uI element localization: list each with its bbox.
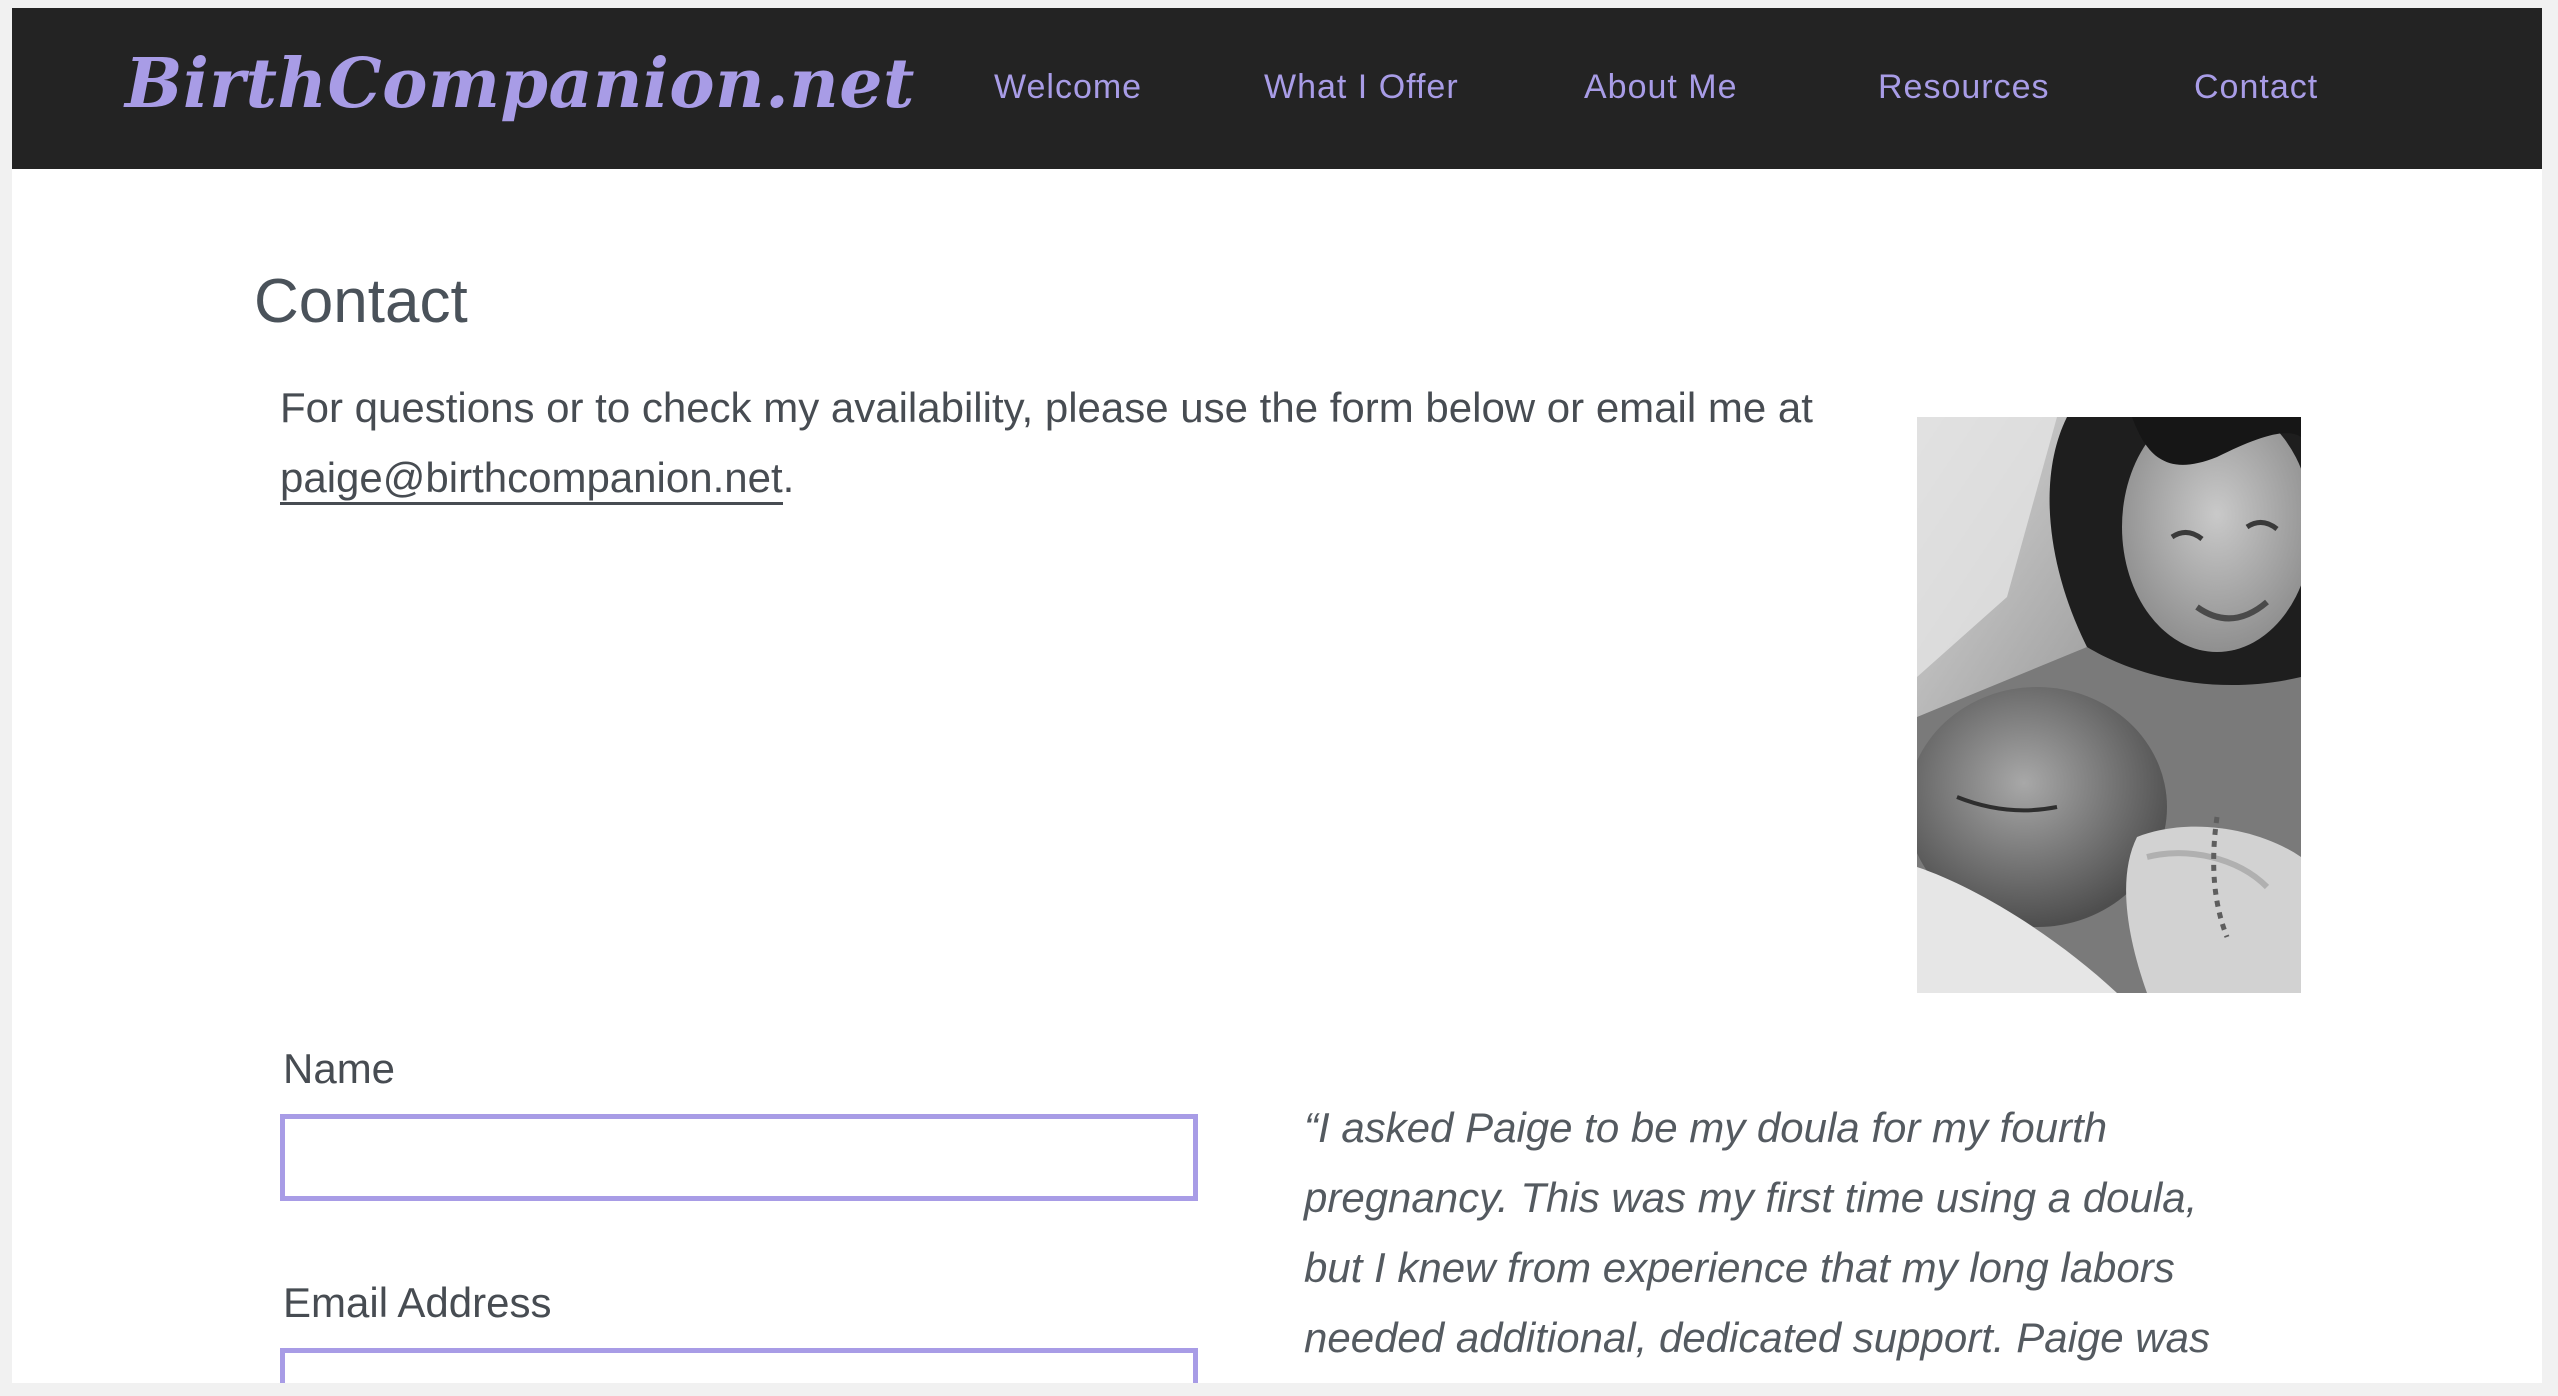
nav-item-about-me[interactable]: About Me [1584, 68, 1738, 107]
intro-paragraph: For questions or to check my availabilit… [280, 373, 1900, 513]
testimonial-line: pregnancy. This was my first time using … [1304, 1174, 2198, 1221]
nav-item-what-i-offer[interactable]: What I Offer [1264, 68, 1459, 107]
page-title: Contact [254, 267, 468, 336]
site-logo[interactable]: BirthCompanion.net [125, 44, 915, 124]
name-input[interactable] [280, 1114, 1198, 1201]
page: BirthCompanion.net Welcome What I Offer … [12, 8, 2542, 1383]
testimonial-line: but I knew from experience that my long … [1304, 1244, 2175, 1291]
top-navigation-bar: BirthCompanion.net Welcome What I Offer … [12, 8, 2542, 169]
nav-item-welcome[interactable]: Welcome [994, 68, 1142, 107]
mother-and-baby-photo [1917, 417, 2301, 993]
nav-item-resources[interactable]: Resources [1878, 68, 2050, 107]
email-link[interactable]: paige@birthcompanion.net [280, 454, 783, 505]
email-address-label: Email Address [283, 1279, 552, 1326]
testimonial-line: “I asked Paige to be my doula for my fou… [1304, 1104, 2108, 1151]
nav-item-contact[interactable]: Contact [2194, 68, 2318, 107]
testimonial-line: needed additional, dedicated support. Pa… [1304, 1314, 2210, 1361]
intro-period: . [782, 454, 795, 501]
testimonial-quote: “I asked Paige to be my doula for my fou… [1304, 1093, 2264, 1373]
intro-text: For questions or to check my availabilit… [280, 384, 1813, 431]
name-label: Name [283, 1045, 396, 1092]
email-address-input[interactable] [280, 1348, 1198, 1383]
